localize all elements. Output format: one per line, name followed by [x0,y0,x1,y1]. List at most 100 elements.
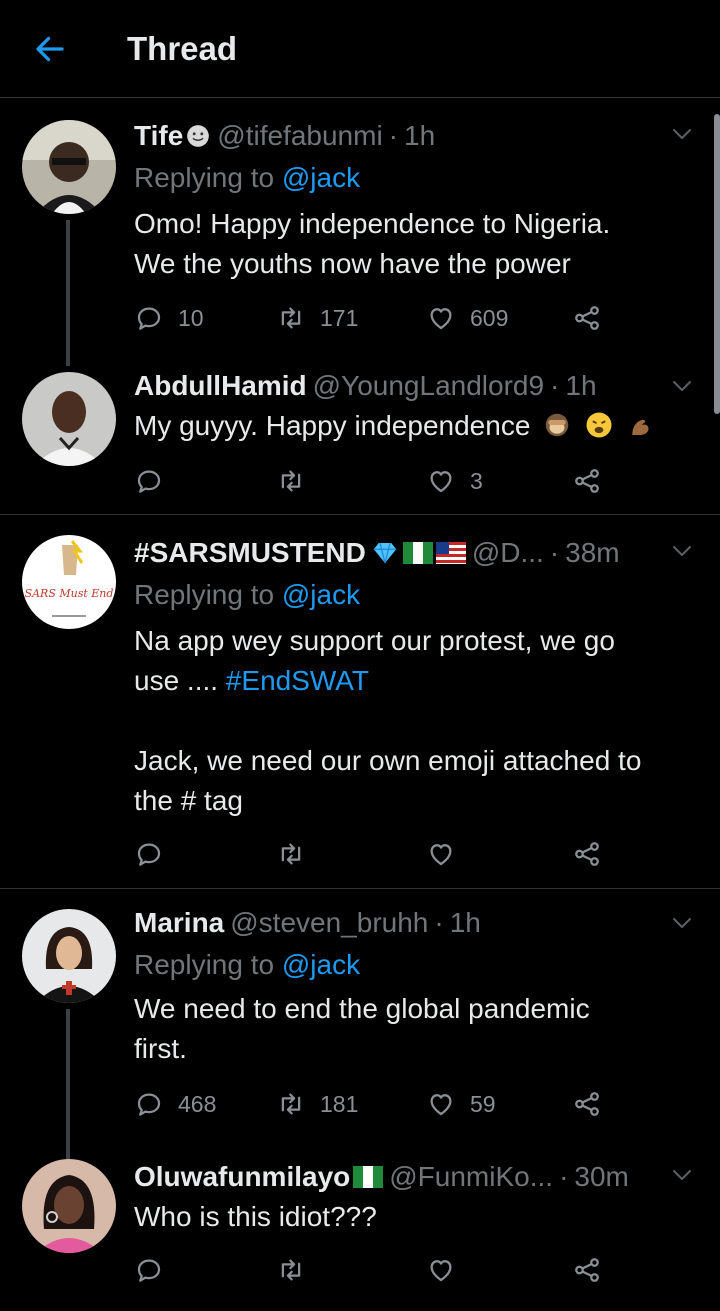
avatar[interactable] [22,120,116,214]
handle[interactable]: @steven_bruhh [230,907,428,939]
chevron-down-icon[interactable] [670,374,694,398]
chevron-down-icon[interactable] [670,122,694,146]
retweet-button[interactable]: 171 [276,301,358,335]
replying-to: Replying to @jack [134,162,360,194]
tweet-text-line: We the youths now have the power [134,248,571,279]
reply-count: 10 [178,304,204,331]
separator: · [549,537,560,568]
like-button[interactable]: 3 [426,464,483,498]
tweet-oluwafunmilayo[interactable]: Oluwafunmilayo @FunmiKo... · 30m Who is … [0,1137,720,1311]
replying-label: Replying to [134,579,275,610]
retweet-button[interactable]: 181 [276,1087,358,1121]
hashtag-link[interactable]: #EndSWAT [226,665,369,696]
tweet-sarsmustend[interactable]: SARS Must End #SARSMUSTEND @D... · 38m R… [0,515,720,888]
handle[interactable]: @D... [472,537,544,569]
heart-icon [426,839,456,869]
timestamp[interactable]: 30m [574,1161,628,1193]
handle[interactable]: @FunmiKo... [389,1161,553,1193]
separator: · [550,370,560,401]
gem-emoji-icon [373,542,397,564]
like-count: 3 [470,467,483,494]
like-button[interactable] [426,1253,470,1287]
avatar-text: SARS Must End [25,587,114,600]
reply-button[interactable]: 468 [134,1087,216,1121]
retweet-icon [276,1255,306,1285]
retweet-button[interactable] [276,837,320,871]
tweet-actions: 10 171 609 [134,301,614,335]
retweet-count: 181 [320,1090,359,1117]
reply-count: 468 [178,1090,217,1117]
tweet-text: My guyyy. Happy independence [134,406,704,446]
avatar[interactable] [22,372,116,466]
chevron-down-icon[interactable] [670,911,694,935]
tweet-abdullhamid[interactable]: AbdullHamid @YoungLandlord9 · 1h My guyy… [0,348,720,514]
handle[interactable]: @YoungLandlord9 [313,370,544,402]
share-icon [572,466,602,496]
tweet-text: We need to end the global pandemic first… [134,989,704,1069]
back-arrow-icon[interactable] [32,31,68,67]
share-button[interactable] [572,837,602,871]
tweet-text-line: first. [134,1033,187,1064]
handle[interactable]: @tifefabunmi [217,120,382,152]
separator: · [559,1161,569,1192]
tweet-text-line: Jack, we need our own emoji attached to [134,745,642,776]
tweet-header: Oluwafunmilayo @FunmiKo... · 30m [134,1159,629,1195]
mention-link[interactable]: @jack [282,162,360,193]
avatar[interactable] [22,909,116,1003]
chevron-down-icon[interactable] [670,539,694,563]
retweet-icon [276,303,306,333]
replying-label: Replying to [134,949,275,980]
display-name[interactable]: Oluwafunmilayo [134,1161,350,1193]
display-name[interactable]: Tife [134,120,183,152]
like-count: 59 [470,1090,496,1117]
like-button[interactable]: 609 [426,301,508,335]
flexed-biceps-emoji-icon [631,419,649,435]
tweet-marina[interactable]: Marina @steven_bruhh · 1h Replying to @j… [0,889,720,1161]
weary-face-emoji-icon [586,412,612,438]
tweet-tife[interactable]: Tife @tifefabunmi · 1h Replying to @jack… [0,98,720,366]
retweet-icon [276,466,306,496]
tweet-text: Na app wey support our protest, we go us… [134,621,704,821]
tweet-text-line: My guyyy. Happy independence [134,410,531,441]
heart-icon [426,466,456,496]
share-button[interactable] [572,301,602,335]
share-button[interactable] [572,464,602,498]
timestamp[interactable]: 1h [450,907,481,939]
avatar[interactable]: SARS Must End [22,535,116,629]
retweet-button[interactable] [276,464,320,498]
share-icon [572,1255,602,1285]
display-name[interactable]: #SARSMUSTEND [134,537,366,569]
retweet-count: 171 [320,304,359,331]
chevron-down-icon[interactable] [670,1163,694,1187]
mention-link[interactable]: @jack [282,949,360,980]
timestamp[interactable]: 1h [565,370,596,402]
thread-connector [66,220,70,366]
like-count: 609 [470,304,509,331]
timestamp[interactable]: 1h [404,120,435,152]
like-button[interactable]: 59 [426,1087,496,1121]
replying-label: Replying to [134,162,275,193]
timestamp[interactable]: 38m [565,537,619,569]
tweet-actions: 3 [134,464,614,498]
reply-button[interactable] [134,464,178,498]
retweet-icon [276,1089,306,1119]
share-button[interactable] [572,1087,602,1121]
avatar[interactable] [22,1159,116,1253]
reply-icon [134,1089,164,1119]
share-button[interactable] [572,1253,602,1287]
display-name[interactable]: AbdullHamid [134,370,307,402]
mention-link[interactable]: @jack [282,579,360,610]
share-icon [572,303,602,333]
display-name[interactable]: Marina [134,907,224,939]
reply-button[interactable] [134,837,178,871]
reply-button[interactable] [134,1253,178,1287]
separator: · [434,907,444,938]
replying-to: Replying to @jack [134,579,360,611]
retweet-button[interactable] [276,1253,320,1287]
reply-button[interactable]: 10 [134,301,204,335]
like-button[interactable] [426,837,470,871]
tweet-text-line: Na app wey support our protest, we go [134,625,615,656]
tweet-text: Omo! Happy independence to Nigeria. We t… [134,204,704,284]
share-icon [572,1089,602,1119]
see-no-evil-monkey-emoji-icon [545,413,569,437]
